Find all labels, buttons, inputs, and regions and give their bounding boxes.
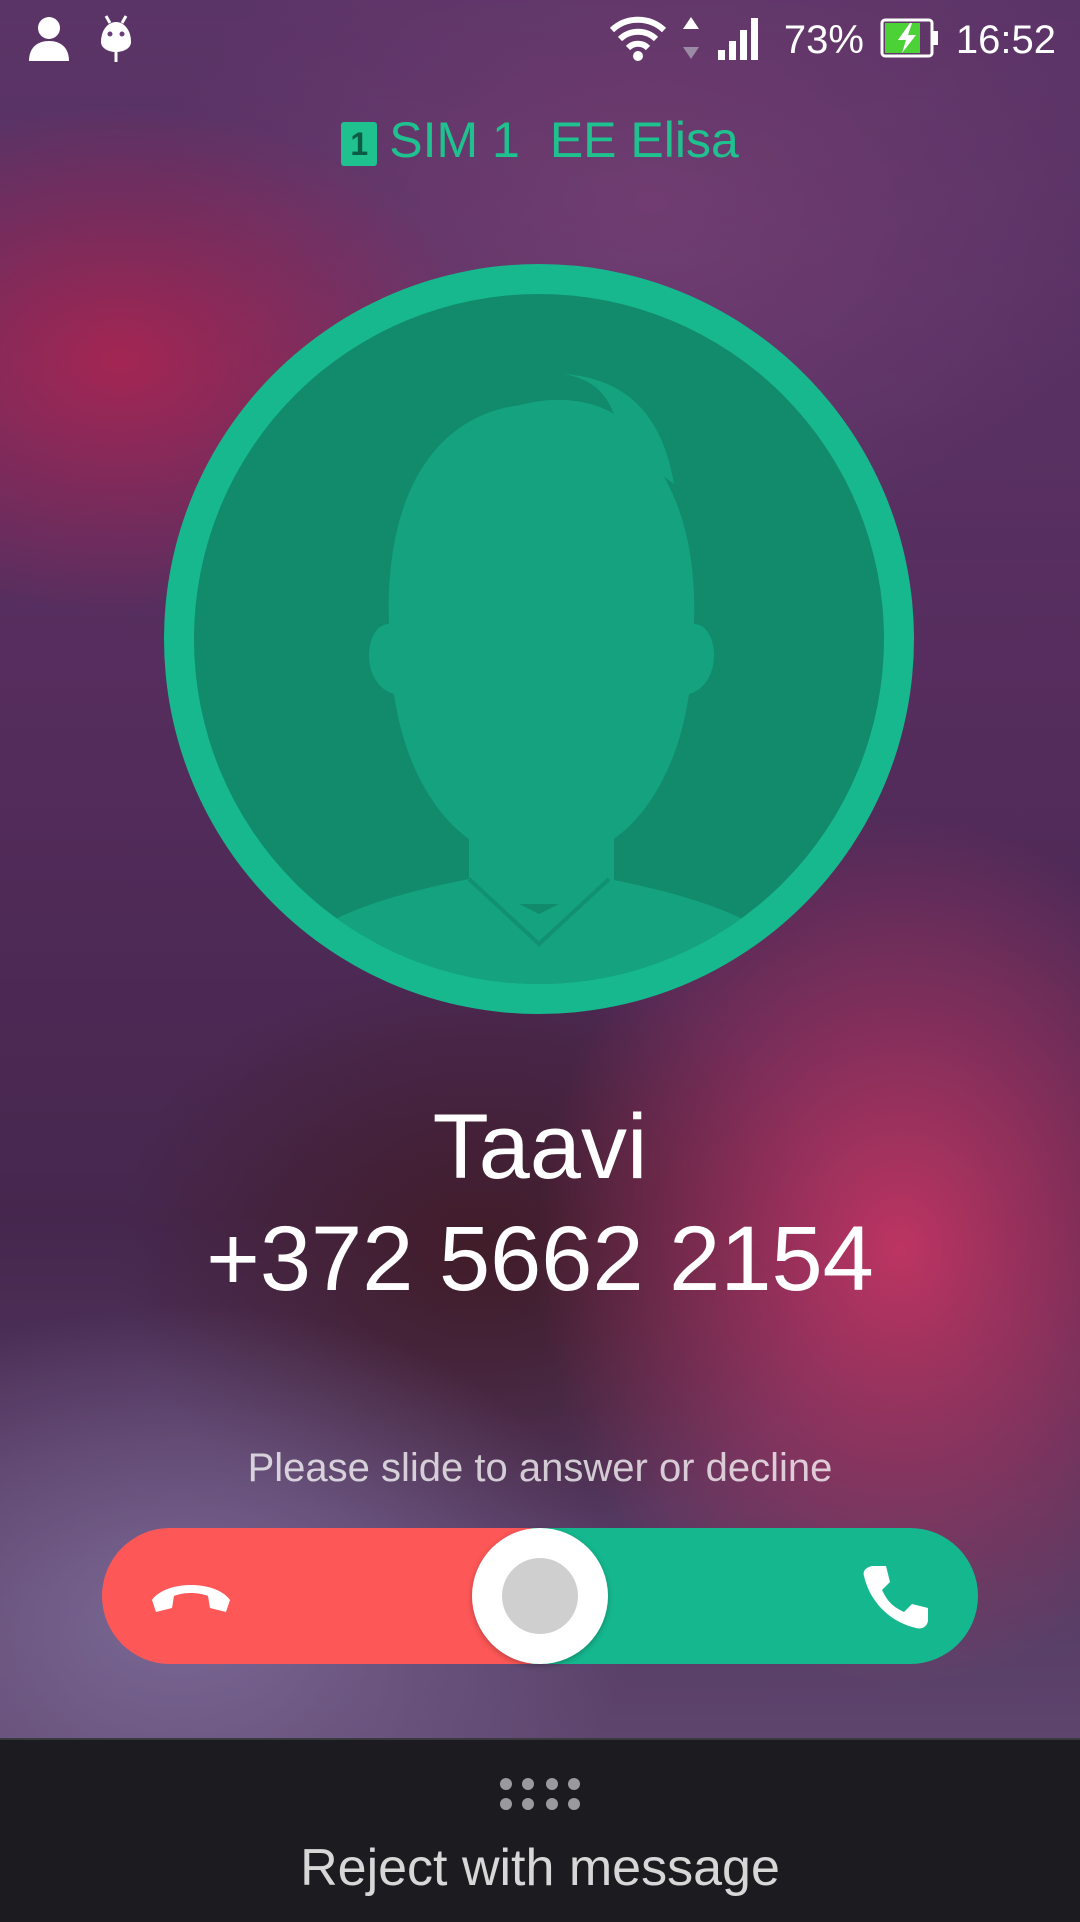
slider-knob-center: [502, 1558, 578, 1634]
signal-icon: [716, 14, 762, 67]
avatar-inner-circle: [194, 294, 884, 984]
clock: 16:52: [955, 18, 1056, 62]
android-debug-icon: [98, 14, 134, 67]
status-bar: 73% 16:52: [0, 0, 1080, 80]
slide-hint-text: Please slide to answer or decline: [247, 1446, 833, 1490]
phone-icon: [863, 1566, 928, 1629]
default-person-avatar-icon: [264, 374, 814, 984]
reject-with-message-panel[interactable]: Reject with message: [0, 1738, 1080, 1922]
caller-name: Taavi: [432, 1096, 648, 1198]
sim-label: SIM 1: [389, 112, 520, 168]
status-left-icons: [28, 14, 134, 67]
status-right-icons: 73% 16:52: [609, 10, 1056, 70]
caller-number: +372 5662 2154: [206, 1208, 874, 1310]
reject-with-message-label[interactable]: Reject with message: [0, 1836, 1080, 1900]
answer-decline-slider[interactable]: [102, 1528, 978, 1664]
slider-knob[interactable]: [472, 1528, 608, 1664]
sim-number-badge: 1: [341, 122, 378, 166]
data-arrows-icon: [682, 15, 700, 66]
battery-percent: 73%: [783, 18, 864, 62]
operator-name: EE Elisa: [549, 112, 739, 168]
sim-carrier-label: 1 SIM 1 EE Elisa: [0, 108, 1080, 172]
caller-avatar: [164, 264, 914, 1014]
battery-charging-icon: [880, 17, 940, 64]
person-icon: [28, 15, 70, 66]
wifi-icon: [609, 14, 666, 67]
hang-up-icon: [152, 1585, 230, 1612]
dots-grid-icon: [500, 1778, 580, 1810]
